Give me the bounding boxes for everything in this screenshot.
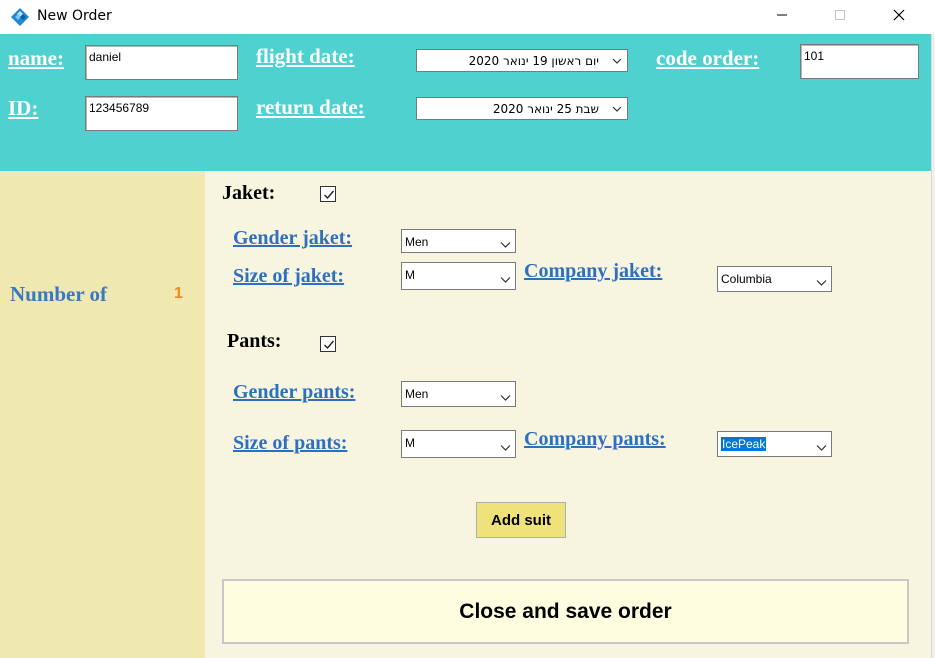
company-jacket-label: Company jaket: <box>524 260 663 282</box>
title-bar: New Order <box>0 0 935 34</box>
checkmark-icon <box>324 190 335 200</box>
order-header: name: daniel ID: 123456789 flight date: … <box>0 34 931 171</box>
company-pants-select[interactable]: IcePeak <box>717 431 832 457</box>
chevron-down-icon <box>816 276 827 290</box>
chevron-down-icon <box>500 273 511 287</box>
close-window-button[interactable] <box>876 0 922 34</box>
size-jacket-select[interactable]: M <box>401 262 516 290</box>
return-date-label: return date: <box>256 95 365 119</box>
chevron-down-icon <box>816 441 827 455</box>
name-field[interactable]: daniel <box>85 45 238 80</box>
size-jacket-label: Size of jaket: <box>233 265 345 287</box>
company-jacket-select[interactable]: Columbia <box>717 266 832 292</box>
close-save-order-button[interactable]: Close and save order <box>222 579 909 644</box>
checkmark-icon <box>324 340 335 350</box>
flight-date-label: flight date: <box>256 44 355 68</box>
window-title: New Order <box>37 8 112 24</box>
company-pants-label: Company pants: <box>524 428 666 450</box>
gender-jacket-value: Men <box>405 235 429 249</box>
size-jacket-value: M <box>405 268 415 282</box>
chevron-down-icon <box>500 441 511 455</box>
return-date-picker[interactable]: שבת 25 ינואר 2020 <box>416 97 628 120</box>
name-label: name: <box>8 46 64 70</box>
suit-panel: Jaket: Gender jaket: Men Size of jaket: … <box>205 171 931 658</box>
gender-pants-value: Men <box>405 387 429 401</box>
name-value: daniel <box>89 50 122 64</box>
gender-jacket-label: Gender jaket: <box>233 227 353 249</box>
size-pants-label: Size of pants: <box>233 432 348 454</box>
id-field[interactable]: 123456789 <box>85 96 238 131</box>
id-value: 123456789 <box>89 101 150 115</box>
pants-title: Pants: <box>227 330 282 352</box>
jacket-title: Jaket: <box>222 182 276 204</box>
left-panel: Number of 1 <box>0 171 205 658</box>
chevron-down-icon <box>611 103 623 118</box>
chevron-down-icon <box>500 391 511 405</box>
add-suit-button[interactable]: Add suit <box>476 502 566 538</box>
app-diamond-icon <box>11 8 29 26</box>
close-icon <box>893 8 905 26</box>
company-pants-value: IcePeak <box>721 437 767 451</box>
chevron-down-icon <box>500 238 511 252</box>
flight-date-value: יום ראשון 19 ינואר 2020 <box>468 54 599 68</box>
pants-checkbox[interactable] <box>320 336 336 352</box>
background-window-edge <box>931 34 935 658</box>
jacket-checkbox[interactable] <box>320 186 336 202</box>
size-pants-value: M <box>405 436 415 450</box>
chevron-down-icon <box>611 55 623 70</box>
id-label: ID: <box>8 96 39 120</box>
return-date-value: שבת 25 ינואר 2020 <box>492 102 599 116</box>
size-pants-select[interactable]: M <box>401 430 516 458</box>
maximize-icon <box>834 8 846 26</box>
gender-jacket-select[interactable]: Men <box>401 229 516 253</box>
gender-pants-select[interactable]: Men <box>401 381 516 407</box>
number-of-label: Number of <box>10 282 108 306</box>
code-order-value: 101 <box>804 49 825 63</box>
flight-date-picker[interactable]: יום ראשון 19 ינואר 2020 <box>416 49 628 72</box>
gender-pants-label: Gender pants: <box>233 381 356 403</box>
company-jacket-value: Columbia <box>721 272 772 286</box>
code-order-label: code order: <box>656 46 760 70</box>
maximize-button[interactable] <box>817 0 863 34</box>
minimize-icon <box>776 8 788 26</box>
code-order-field[interactable]: 101 <box>800 44 919 79</box>
number-of-value: 1 <box>174 285 183 302</box>
minimize-button[interactable] <box>759 0 805 34</box>
